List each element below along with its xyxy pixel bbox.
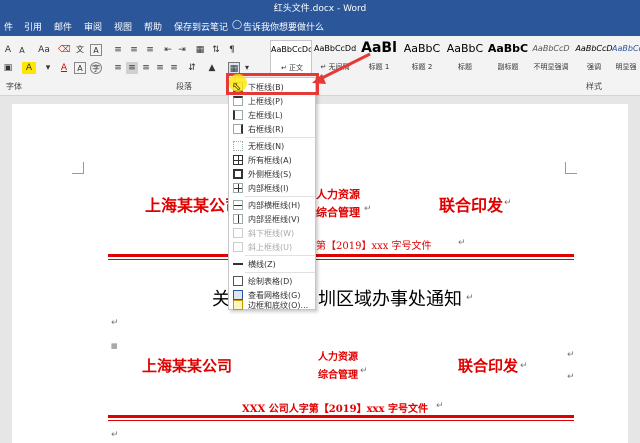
mouse-cursor-icon: ⬁: [232, 80, 242, 93]
annotation-arrow: [312, 52, 371, 84]
arrow-shaft: [319, 52, 371, 81]
